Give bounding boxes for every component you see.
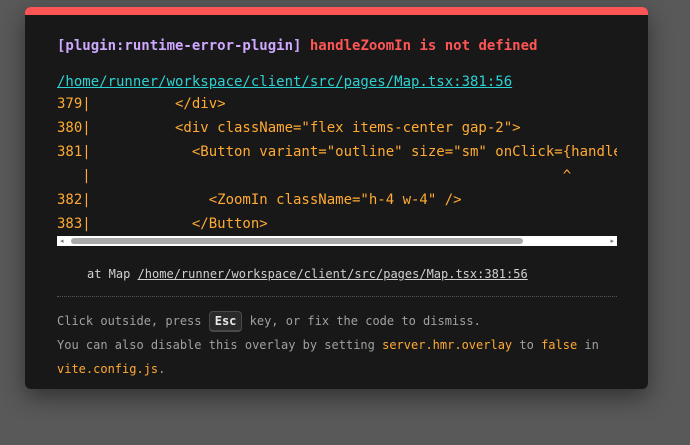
- tip-text: .: [158, 362, 166, 376]
- tip-text: Click outside, press: [57, 314, 209, 328]
- stack-file-link[interactable]: /home/runner/workspace/client/src/pages/…: [138, 267, 528, 281]
- error-message: [plugin:runtime-error-plugin] handleZoom…: [57, 35, 617, 57]
- code-line: 381| <Button variant="outline" size="sm"…: [57, 144, 617, 160]
- tip-text: You can also disable this overlay by set…: [57, 338, 383, 352]
- error-file-link[interactable]: /home/runner/workspace/client/src/pages/…: [57, 74, 512, 90]
- stack-trace: at Map /home/runner/workspace/client/src…: [57, 266, 617, 282]
- dismiss-tip: Click outside, press Esc key, or fix the…: [57, 309, 617, 381]
- code-line: 379| </div>: [57, 96, 226, 112]
- tip-line-3: vite.config.js.: [57, 357, 617, 381]
- esc-key: Esc: [208, 311, 243, 332]
- divider: [57, 296, 617, 297]
- scrollbar-thumb[interactable]: [71, 238, 523, 244]
- tip-text: to: [512, 338, 542, 352]
- setting-value: false: [541, 338, 578, 352]
- code-line: 380| <div className="flex items-center g…: [57, 120, 521, 136]
- code-line-caret: | ^: [57, 168, 572, 184]
- code-frame[interactable]: 379| </div> 380| <div className="flex it…: [57, 92, 617, 236]
- error-text: handleZoomIn is not defined: [309, 38, 538, 54]
- tip-text: in: [577, 338, 599, 352]
- tip-line-2: You can also disable this overlay by set…: [57, 333, 617, 357]
- horizontal-scrollbar[interactable]: ◂ ▸: [57, 236, 617, 246]
- scroll-left-arrow-icon[interactable]: ◂: [60, 237, 64, 245]
- tip-line-1: Click outside, press Esc key, or fix the…: [57, 309, 617, 333]
- config-file-name: vite.config.js: [57, 362, 159, 376]
- code-line: 383| </Button>: [57, 216, 268, 232]
- tip-text: key, or fix the code to dismiss.: [242, 314, 481, 328]
- scroll-right-arrow-icon[interactable]: ▸: [610, 237, 614, 245]
- stack-prefix: at Map: [87, 267, 138, 281]
- plugin-tag: [plugin:runtime-error-plugin]: [57, 38, 302, 54]
- error-overlay-window: [plugin:runtime-error-plugin] handleZoom…: [25, 7, 648, 389]
- code-line: 382| <ZoomIn className="h-4 w-4" />: [57, 192, 462, 208]
- setting-name: server.hmr.overlay: [382, 338, 513, 352]
- error-overlay-content: [plugin:runtime-error-plugin] handleZoom…: [57, 35, 617, 381]
